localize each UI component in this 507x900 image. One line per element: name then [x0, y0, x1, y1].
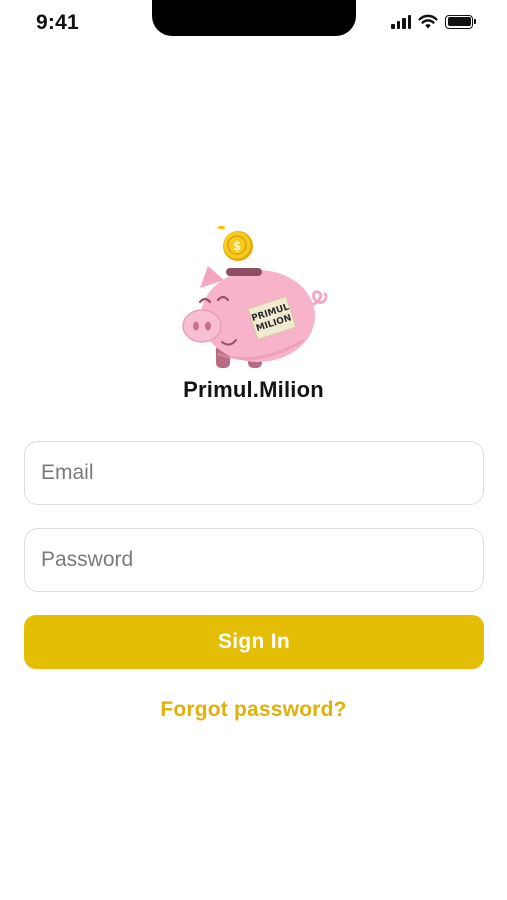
password-field[interactable] — [24, 528, 484, 592]
email-field[interactable] — [24, 441, 484, 505]
piggy-bank-icon: $ PRIMUL MILION — [182, 226, 328, 368]
signal-icon — [391, 14, 411, 29]
sign-in-button[interactable]: Sign In — [24, 615, 484, 669]
login-screen: 9:41 $ PRIMUL MILION Primul.Milion Email… — [0, 0, 507, 900]
forgot-password-link[interactable]: Forgot password? — [0, 698, 507, 722]
password-input[interactable] — [41, 548, 467, 572]
device-notch — [152, 0, 356, 36]
battery-icon — [445, 14, 476, 29]
brand-name: Primul.Milion — [183, 377, 324, 402]
wifi-icon — [418, 14, 438, 29]
status-icons — [391, 14, 476, 29]
piggy-bank-logo: $ PRIMUL MILION — [178, 222, 330, 372]
status-time: 9:41 — [36, 11, 79, 34]
svg-text:$: $ — [233, 239, 241, 253]
coin-icon: $ — [218, 226, 253, 261]
email-input[interactable] — [41, 461, 467, 485]
status-bar: 9:41 — [0, 0, 507, 50]
